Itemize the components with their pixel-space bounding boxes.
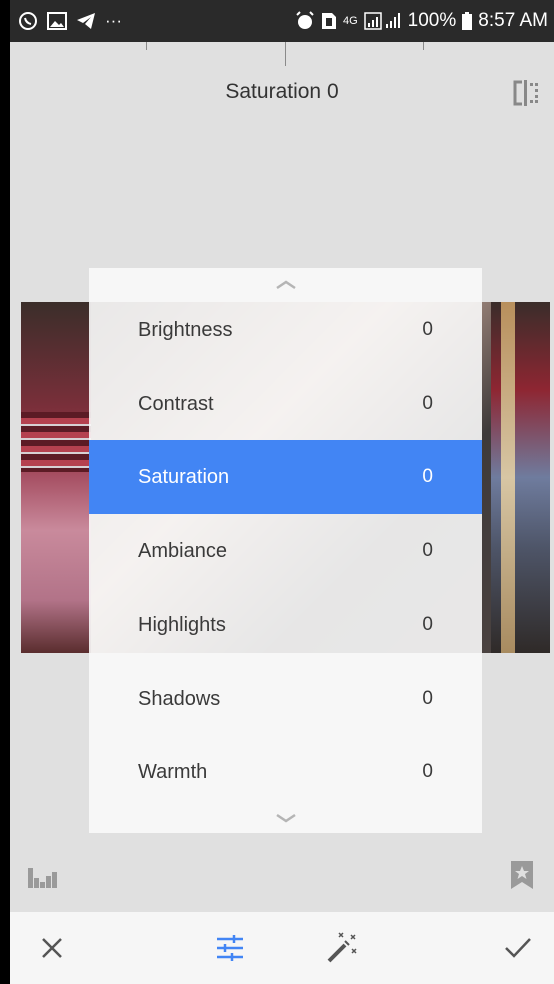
more-notifications-icon: ··· xyxy=(105,11,122,30)
menu-item-ambiance[interactable]: Ambiance 0 xyxy=(89,514,482,588)
clock: 8:57 AM xyxy=(478,10,548,31)
alarm-icon xyxy=(295,11,315,31)
menu-item-value: 0 xyxy=(422,614,433,635)
status-bar: ··· 4G 100% 8:57 AM xyxy=(10,0,554,42)
tune-button[interactable] xyxy=(210,930,250,966)
cancel-button[interactable] xyxy=(32,930,72,966)
sim-icon xyxy=(321,12,337,30)
whatsapp-icon xyxy=(18,11,38,31)
bookmark-button[interactable] xyxy=(510,860,534,890)
adjustment-ruler[interactable] xyxy=(10,42,554,68)
check-icon xyxy=(505,938,531,958)
menu-item-shadows[interactable]: Shadows 0 xyxy=(89,662,482,736)
menu-item-label: Highlights xyxy=(138,613,226,636)
close-icon xyxy=(42,938,62,958)
menu-item-value: 0 xyxy=(422,466,433,487)
battery-icon xyxy=(462,12,473,30)
telegram-icon xyxy=(76,12,96,30)
menu-item-value: 0 xyxy=(422,688,433,709)
magic-wand-icon xyxy=(327,932,357,963)
menu-item-value: 0 xyxy=(422,761,433,782)
menu-item-value: 0 xyxy=(422,393,433,414)
compare-icon xyxy=(513,80,538,106)
bottom-toolbar xyxy=(10,912,554,984)
gallery-icon xyxy=(47,12,67,30)
signal-icon xyxy=(363,12,402,30)
auto-adjust-button[interactable] xyxy=(322,930,362,966)
network-type-label: 4G xyxy=(342,15,358,27)
bookmark-star-icon xyxy=(511,861,533,889)
menu-item-label: Warmth xyxy=(138,760,208,783)
menu-item-saturation[interactable]: Saturation 0 xyxy=(89,440,482,514)
ruler-tick xyxy=(146,42,147,50)
menu-item-value: 0 xyxy=(422,540,433,561)
scroll-down-chevron-icon[interactable] xyxy=(89,805,482,833)
menu-item-label: Saturation xyxy=(138,465,230,488)
ruler-tick-center xyxy=(285,42,286,66)
battery-percent: 100% xyxy=(407,10,457,31)
ruler-tick xyxy=(423,42,424,50)
menu-item-label: Contrast xyxy=(138,392,214,415)
status-left-icons: ··· xyxy=(18,0,122,42)
adjustment-menu[interactable]: Brightness 0 Contrast 0 Saturation 0 Amb… xyxy=(89,268,482,833)
menu-item-value: 0 xyxy=(422,319,433,340)
histogram-icon xyxy=(28,868,57,888)
menu-item-contrast[interactable]: Contrast 0 xyxy=(89,367,482,441)
menu-item-warmth[interactable]: Warmth 0 xyxy=(89,735,482,809)
menu-item-label: Shadows xyxy=(138,687,221,710)
tune-icon xyxy=(217,935,243,961)
menu-item-highlights[interactable]: Highlights 0 xyxy=(89,588,482,662)
apply-button[interactable] xyxy=(498,930,538,966)
compare-button[interactable] xyxy=(512,80,540,106)
screen: ··· 4G 100% 8:57 AM Saturation 0 Brightn… xyxy=(10,0,554,984)
status-right-icons: 4G 100% 8:57 AM xyxy=(295,0,548,42)
menu-item-label: Ambiance xyxy=(138,539,227,562)
menu-item-brightness[interactable]: Brightness 0 xyxy=(89,293,482,367)
adjustment-title: Saturation 0 xyxy=(225,80,339,103)
menu-item-label: Brightness xyxy=(138,318,233,341)
histogram-button[interactable] xyxy=(28,864,62,890)
